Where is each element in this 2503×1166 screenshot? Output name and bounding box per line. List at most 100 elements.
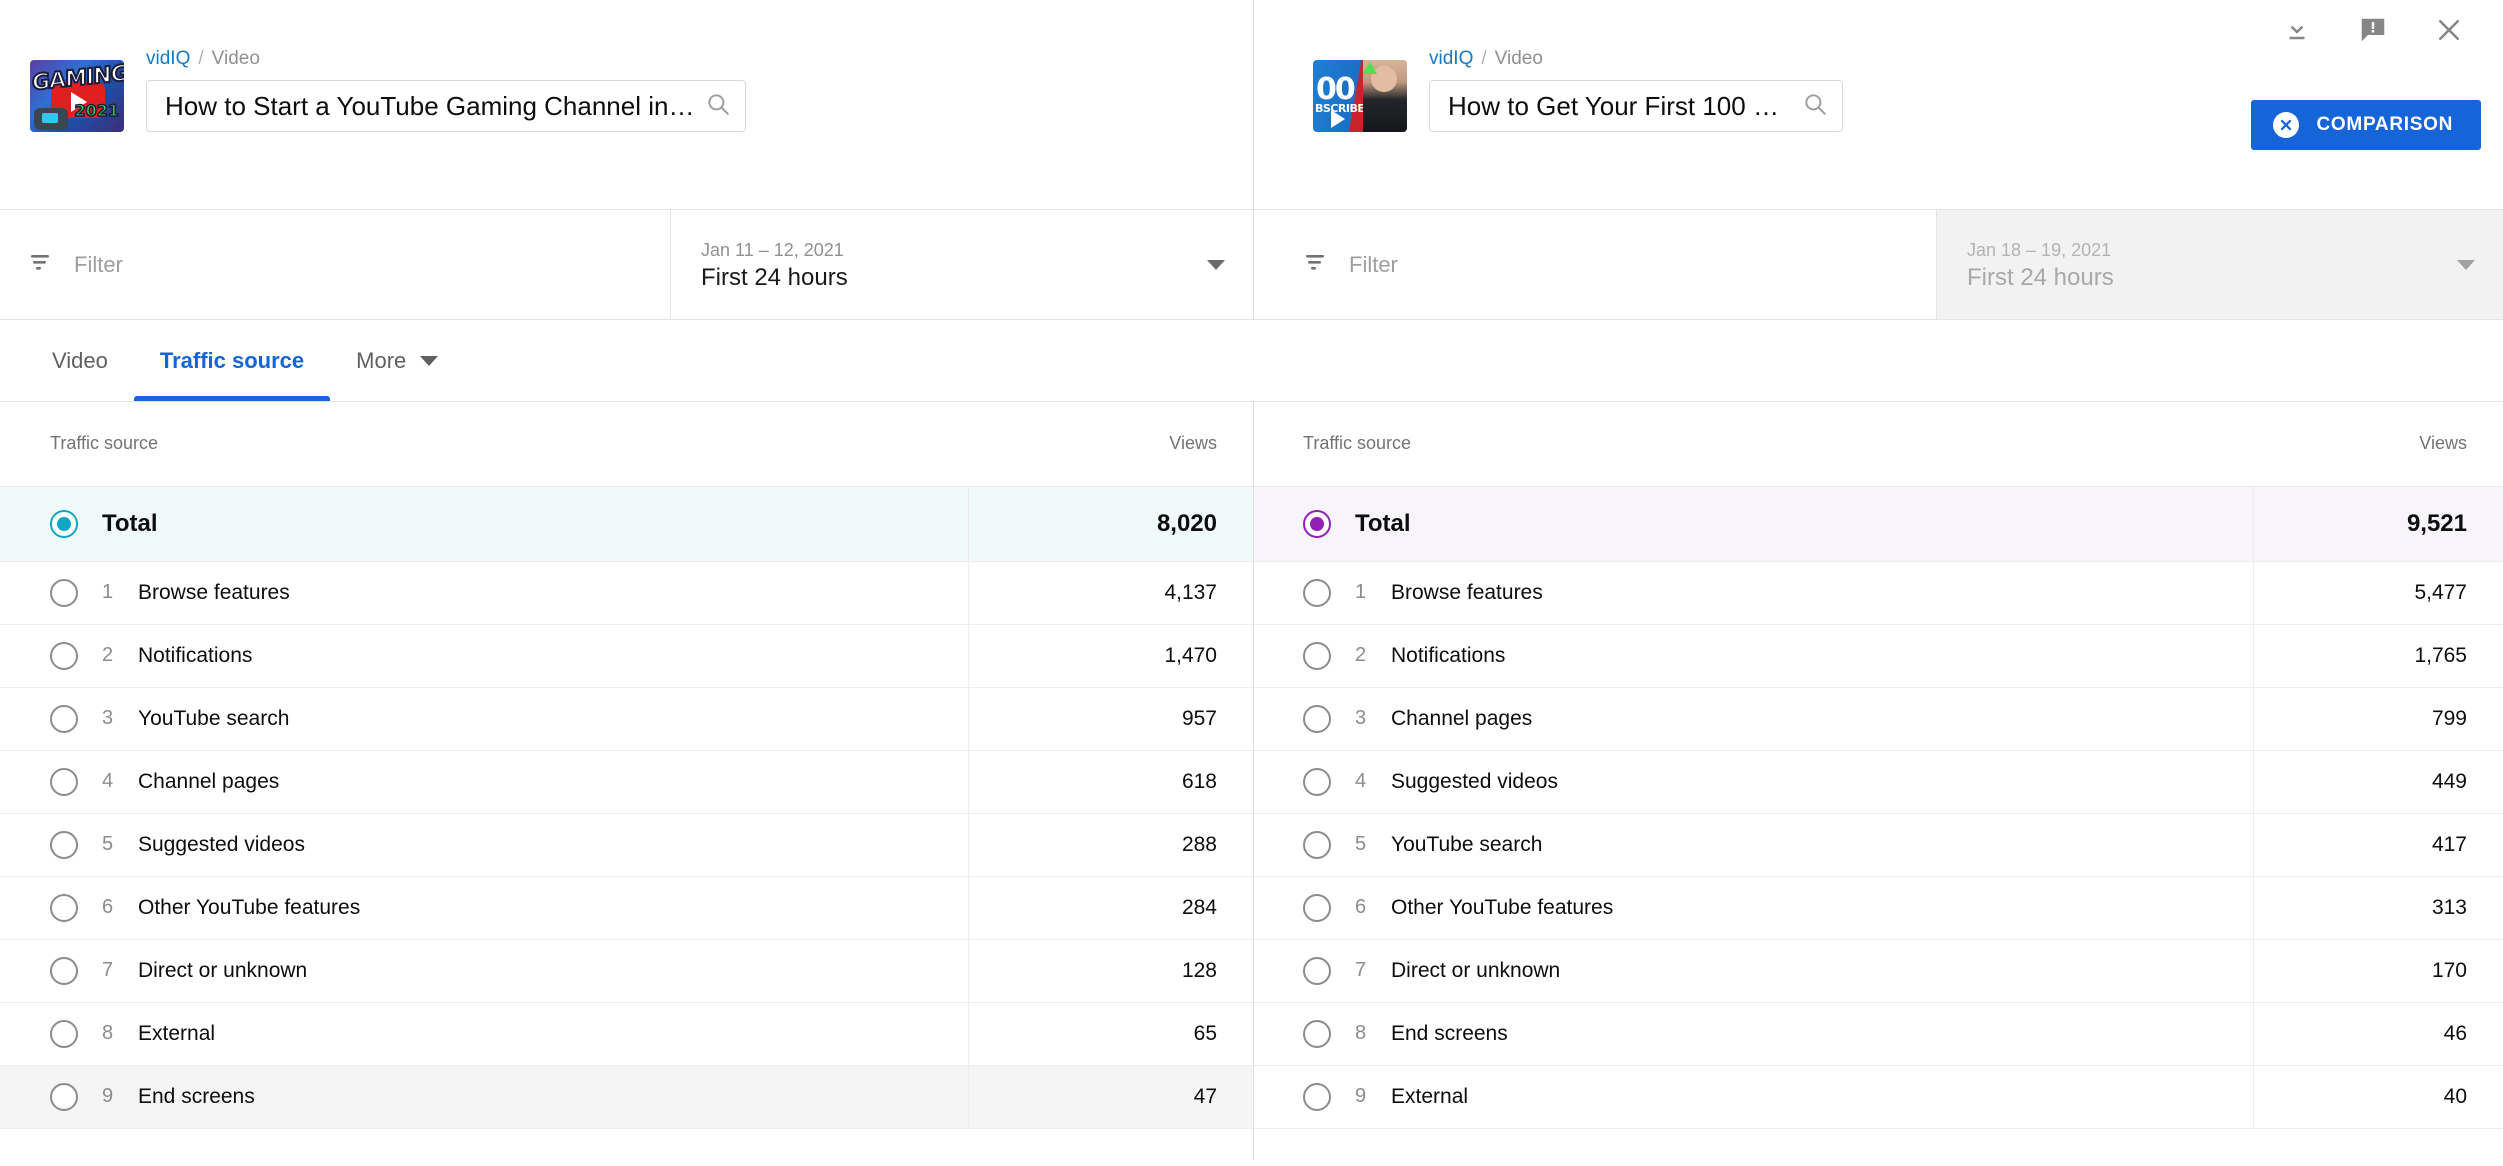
right-col-header-views[interactable]: Views xyxy=(2253,402,2503,487)
left-col-header-views[interactable]: Views xyxy=(968,402,1253,487)
table-row[interactable]: 6 Other YouTube features 313 xyxy=(1253,876,2503,940)
right-filter-half: Filter Jan 18 – 19, 2021 First 24 hours xyxy=(1253,210,2503,319)
panel-divider-top xyxy=(1253,0,1254,320)
radio-icon[interactable] xyxy=(50,704,78,733)
radio-icon[interactable] xyxy=(50,578,78,607)
radio-icon[interactable] xyxy=(50,893,78,922)
left-traffic-source-table: Traffic source Views Total 8,020 1 Brows… xyxy=(0,402,1253,1129)
radio-icon[interactable] xyxy=(1303,1082,1331,1111)
radio-icon[interactable] xyxy=(50,956,78,985)
row-rank: 8 xyxy=(1355,1022,1367,1044)
table-row[interactable]: 9 End screens 47 xyxy=(0,1065,1253,1129)
right-col-header-traffic-source[interactable]: Traffic source xyxy=(1253,402,2253,487)
right-video-thumbnail[interactable]: 00 BSCRIBERS xyxy=(1313,60,1407,132)
table-row[interactable]: 3 YouTube search 957 xyxy=(0,687,1253,751)
chevron-down-icon[interactable] xyxy=(1207,259,1225,270)
row-label: Suggested videos xyxy=(138,832,305,856)
table-row[interactable]: 7 Direct or unknown 170 xyxy=(1253,939,2503,1003)
tab-more[interactable]: More xyxy=(330,320,464,401)
radio-icon-selected[interactable] xyxy=(50,509,78,538)
table-row[interactable]: 7 Direct or unknown 128 xyxy=(0,939,1253,1003)
table-row[interactable]: 9 External 40 xyxy=(1253,1065,2503,1129)
table-row[interactable]: 1 Browse features 4,137 xyxy=(0,561,1253,625)
row-views-cell: 957 xyxy=(967,687,1253,751)
right-filter-placeholder: Filter xyxy=(1349,251,1398,277)
right-video-search-box[interactable]: How to Get Your First 100 Sub… xyxy=(1429,80,1843,132)
right-date-selector[interactable]: Jan 18 – 19, 2021 First 24 hours xyxy=(1936,210,2503,319)
table-row[interactable]: 2 Notifications 1,470 xyxy=(0,624,1253,688)
table-row[interactable]: 3 Channel pages 799 xyxy=(1253,687,2503,751)
row-views-cell: 618 xyxy=(967,750,1253,814)
row-views-cell: 449 xyxy=(2252,750,2503,814)
right-breadcrumb: vidIQ / Video xyxy=(1429,48,1843,70)
radio-icon[interactable] xyxy=(1303,830,1331,859)
table-row[interactable]: 5 YouTube search 417 xyxy=(1253,813,2503,877)
table-row[interactable]: 4 Channel pages 618 xyxy=(0,750,1253,814)
row-views-cell: 417 xyxy=(2252,813,2503,877)
video-header-row: GAMING 2021 vidIQ / Video How to Start a Y… xyxy=(0,0,2503,320)
window-actions xyxy=(2281,0,2485,60)
radio-icon[interactable] xyxy=(1303,893,1331,922)
row-label: Notifications xyxy=(138,643,253,667)
table-row[interactable]: 4 Suggested videos 449 xyxy=(1253,750,2503,814)
radio-icon[interactable] xyxy=(1303,641,1331,670)
row-label: Browse features xyxy=(138,580,290,604)
table-row[interactable]: 8 End screens 46 xyxy=(1253,1002,2503,1066)
radio-icon[interactable] xyxy=(50,767,78,796)
comparison-button[interactable]: COMPARISON xyxy=(2250,100,2481,150)
radio-icon[interactable] xyxy=(1303,704,1331,733)
table-row[interactable]: 1 Browse features 5,477 xyxy=(1253,561,2503,625)
radio-icon[interactable] xyxy=(50,1082,78,1111)
radio-icon[interactable] xyxy=(50,1019,78,1048)
row-label: External xyxy=(138,1021,216,1045)
left-video-meta: vidIQ / Video How to Start a YouTube Gamin… xyxy=(146,48,746,132)
table-row[interactable]: 6 Other YouTube features 284 xyxy=(0,876,1253,940)
left-filter-input[interactable]: Filter xyxy=(0,210,670,319)
breadcrumb-channel-link[interactable]: vidIQ xyxy=(1429,48,1473,69)
table-row-total[interactable]: Total 9,521 xyxy=(1253,486,2503,562)
row-label: Other YouTube features xyxy=(138,895,361,919)
left-video-thumbnail[interactable]: GAMING 2021 xyxy=(30,60,124,132)
radio-icon[interactable] xyxy=(1303,578,1331,607)
feedback-icon[interactable] xyxy=(2357,14,2389,46)
radio-icon[interactable] xyxy=(1303,956,1331,985)
row-rank: 6 xyxy=(102,896,114,918)
row-name-cell: 9 End screens xyxy=(0,1065,968,1129)
radio-icon-selected[interactable] xyxy=(1303,509,1331,538)
total-name-cell: Total xyxy=(0,486,968,562)
row-rank: 2 xyxy=(1355,644,1367,666)
tab-video[interactable]: Video xyxy=(26,320,134,401)
left-table-body: Total 8,020 1 Browse features 4,137 2 No… xyxy=(0,486,1253,1129)
download-icon[interactable] xyxy=(2281,14,2313,46)
radio-icon[interactable] xyxy=(50,830,78,859)
table-row[interactable]: 2 Notifications 1,765 xyxy=(1253,624,2503,688)
thumbnail-gaming-year: 2021 xyxy=(74,100,120,121)
row-name-cell: 8 External xyxy=(0,1002,968,1066)
search-icon[interactable] xyxy=(705,91,731,122)
tab-video-label: Video xyxy=(52,347,108,373)
table-row[interactable]: 8 External 65 xyxy=(0,1002,1253,1066)
breadcrumb-channel-link[interactable]: vidIQ xyxy=(146,48,190,69)
chevron-down-icon[interactable] xyxy=(2457,259,2475,270)
tab-traffic-source[interactable]: Traffic source xyxy=(133,320,331,401)
left-date-selector[interactable]: Jan 11 – 12, 2021 First 24 hours xyxy=(670,210,1253,319)
total-name-cell: Total xyxy=(1253,486,2253,562)
left-video-search-input[interactable]: How to Start a YouTube Gaming Channel in… xyxy=(165,91,697,121)
filter-date-bar: Filter Jan 11 – 12, 2021 First 24 hours xyxy=(0,209,2503,320)
radio-icon[interactable] xyxy=(50,641,78,670)
left-col-header-traffic-source[interactable]: Traffic source xyxy=(0,402,968,487)
left-filter-placeholder: Filter xyxy=(74,251,123,277)
row-name-cell: 9 External xyxy=(1253,1065,2253,1129)
breadcrumb-separator: / xyxy=(1481,48,1487,69)
right-video-search-input[interactable]: How to Get Your First 100 Sub… xyxy=(1448,91,1794,121)
right-date-range: Jan 18 – 19, 2021 xyxy=(1967,239,2112,260)
row-label: Notifications xyxy=(1391,643,1506,667)
table-row[interactable]: 5 Suggested videos 288 xyxy=(0,813,1253,877)
left-video-search-box[interactable]: How to Start a YouTube Gaming Channel in… xyxy=(146,80,746,132)
right-filter-input[interactable]: Filter xyxy=(1253,210,1936,319)
table-row-total[interactable]: Total 8,020 xyxy=(0,486,1253,562)
close-icon[interactable] xyxy=(2433,14,2465,46)
search-icon[interactable] xyxy=(1802,91,1828,122)
radio-icon[interactable] xyxy=(1303,1019,1331,1048)
radio-icon[interactable] xyxy=(1303,767,1331,796)
